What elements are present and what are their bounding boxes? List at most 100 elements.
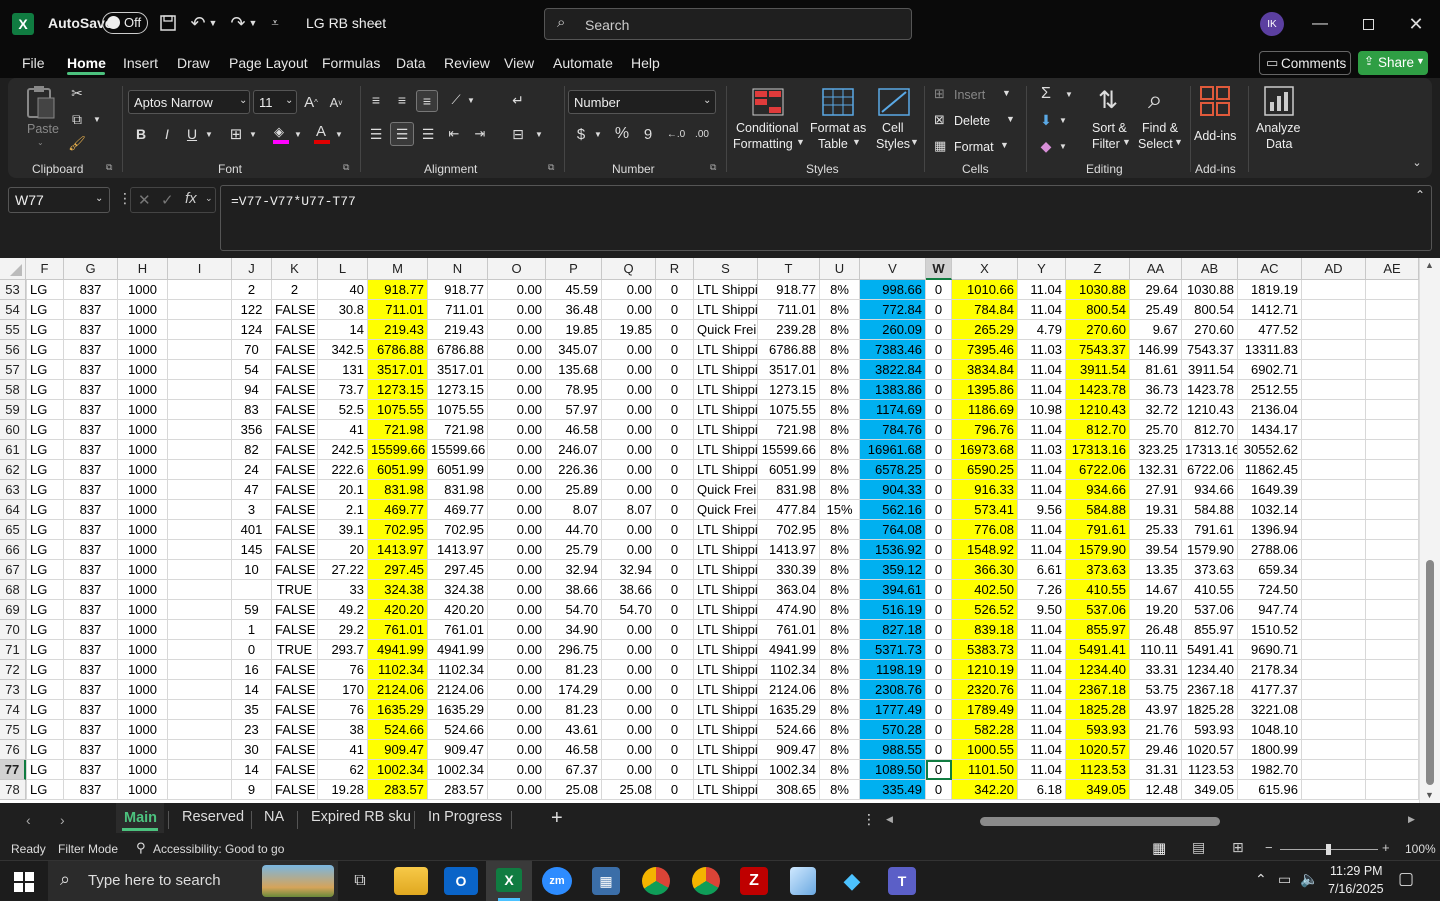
cell-i73[interactable] <box>168 680 232 700</box>
cell-ad68[interactable] <box>1302 580 1366 600</box>
cell-p72[interactable]: 81.23 <box>546 660 602 680</box>
cell-j61[interactable]: 82 <box>232 440 272 460</box>
cell-t72[interactable]: 1102.34 <box>758 660 820 680</box>
menu-draw[interactable]: Draw <box>177 55 210 71</box>
cell-o56[interactable]: 0.00 <box>488 340 546 360</box>
cell-ab58[interactable]: 1423.78 <box>1182 380 1238 400</box>
cell-ae75[interactable] <box>1366 720 1419 740</box>
cell-x62[interactable]: 6590.25 <box>952 460 1018 480</box>
cell-r77[interactable]: 0 <box>656 760 694 780</box>
cell-o76[interactable]: 0.00 <box>488 740 546 760</box>
cell-g70[interactable]: 837 <box>64 620 118 640</box>
cell-ac75[interactable]: 1048.10 <box>1238 720 1302 740</box>
cell-o72[interactable]: 0.00 <box>488 660 546 680</box>
copy-dropdown-icon[interactable]: ▼ <box>92 112 102 126</box>
cell-ab57[interactable]: 3911.54 <box>1182 360 1238 380</box>
cell-x76[interactable]: 1000.55 <box>952 740 1018 760</box>
cell-ab76[interactable]: 1020.57 <box>1182 740 1238 760</box>
cell-g62[interactable]: 837 <box>64 460 118 480</box>
cell-j60[interactable]: 356 <box>232 420 272 440</box>
cell-h75[interactable]: 1000 <box>118 720 168 740</box>
cell-g53[interactable]: 837 <box>64 280 118 300</box>
cell-y78[interactable]: 6.18 <box>1018 780 1066 800</box>
cell-x71[interactable]: 5383.73 <box>952 640 1018 660</box>
undo-dropdown-icon[interactable]: ▼ <box>208 14 218 32</box>
prev-sheet-icon[interactable]: ‹ <box>26 812 31 828</box>
cell-l57[interactable]: 131 <box>318 360 368 380</box>
cell-p61[interactable]: 246.07 <box>546 440 602 460</box>
cell-ad69[interactable] <box>1302 600 1366 620</box>
column-header-aa[interactable]: AA <box>1130 258 1182 280</box>
cell-i75[interactable] <box>168 720 232 740</box>
font-size-select[interactable]: 11 ⌄ <box>253 90 297 114</box>
cell-n70[interactable]: 761.01 <box>428 620 488 640</box>
cell-ad59[interactable] <box>1302 400 1366 420</box>
column-header-p[interactable]: P <box>546 258 602 280</box>
cell-q73[interactable]: 0.00 <box>602 680 656 700</box>
cell-ad58[interactable] <box>1302 380 1366 400</box>
cell-j78[interactable]: 9 <box>232 780 272 800</box>
cell-s61[interactable]: LTL Shippi <box>694 440 758 460</box>
cell-w76[interactable]: 0 <box>926 740 952 760</box>
cell-ab54[interactable]: 800.54 <box>1182 300 1238 320</box>
cell-s76[interactable]: LTL Shippi <box>694 740 758 760</box>
cell-o77[interactable]: 0.00 <box>488 760 546 780</box>
orientation-dropdown-icon[interactable]: ▼ <box>466 92 476 108</box>
name-box[interactable]: W77 ⌄ <box>8 187 110 213</box>
cell-t66[interactable]: 1413.97 <box>758 540 820 560</box>
avatar[interactable]: IK <box>1260 12 1284 36</box>
cell-u63[interactable]: 8% <box>820 480 860 500</box>
cell-k53[interactable]: 2 <box>272 280 318 300</box>
cell-j65[interactable]: 401 <box>232 520 272 540</box>
cell-y71[interactable]: 11.04 <box>1018 640 1066 660</box>
cell-ad72[interactable] <box>1302 660 1366 680</box>
cell-q71[interactable]: 0.00 <box>602 640 656 660</box>
cell-g64[interactable]: 837 <box>64 500 118 520</box>
cell-n53[interactable]: 918.77 <box>428 280 488 300</box>
cell-l59[interactable]: 52.5 <box>318 400 368 420</box>
cell-m64[interactable]: 469.77 <box>368 500 428 520</box>
cell-z72[interactable]: 1234.40 <box>1066 660 1130 680</box>
cell-ac71[interactable]: 9690.71 <box>1238 640 1302 660</box>
cell-r66[interactable]: 0 <box>656 540 694 560</box>
cell-f55[interactable]: LG <box>26 320 64 340</box>
cell-n66[interactable]: 1413.97 <box>428 540 488 560</box>
sheet-tab-main[interactable]: Main <box>116 803 164 833</box>
cell-h56[interactable]: 1000 <box>118 340 168 360</box>
cell-ac64[interactable]: 1032.14 <box>1238 500 1302 520</box>
cell-ac70[interactable]: 1510.52 <box>1238 620 1302 640</box>
cell-k68[interactable]: TRUE <box>272 580 318 600</box>
cell-h73[interactable]: 1000 <box>118 680 168 700</box>
cell-i62[interactable] <box>168 460 232 480</box>
row-header[interactable]: 67 <box>0 560 26 580</box>
cell-ad70[interactable] <box>1302 620 1366 640</box>
cell-j55[interactable]: 124 <box>232 320 272 340</box>
cell-g73[interactable]: 837 <box>64 680 118 700</box>
cell-u62[interactable]: 8% <box>820 460 860 480</box>
cell-ae53[interactable] <box>1366 280 1419 300</box>
cell-aa64[interactable]: 19.31 <box>1130 500 1182 520</box>
cell-v63[interactable]: 904.33 <box>860 480 926 500</box>
cell-p56[interactable]: 345.07 <box>546 340 602 360</box>
row-header[interactable]: 74 <box>0 700 26 720</box>
cell-ac55[interactable]: 477.52 <box>1238 320 1302 340</box>
cell-ab71[interactable]: 5491.41 <box>1182 640 1238 660</box>
cell-x73[interactable]: 2320.76 <box>952 680 1018 700</box>
percent-icon[interactable]: % <box>612 124 632 144</box>
cell-x59[interactable]: 1186.69 <box>952 400 1018 420</box>
chrome-profile-icon[interactable] <box>692 867 720 895</box>
cell-h68[interactable]: 1000 <box>118 580 168 600</box>
cell-aa62[interactable]: 132.31 <box>1130 460 1182 480</box>
cell-o55[interactable]: 0.00 <box>488 320 546 340</box>
cell-ad56[interactable] <box>1302 340 1366 360</box>
cell-z61[interactable]: 17313.16 <box>1066 440 1130 460</box>
taskbar-search[interactable]: ⌕ Type here to search <box>48 861 338 901</box>
cell-aa58[interactable]: 36.73 <box>1130 380 1182 400</box>
cell-h61[interactable]: 1000 <box>118 440 168 460</box>
cell-i66[interactable] <box>168 540 232 560</box>
cell-u69[interactable]: 8% <box>820 600 860 620</box>
cell-s66[interactable]: LTL Shippi <box>694 540 758 560</box>
cell-x58[interactable]: 1395.86 <box>952 380 1018 400</box>
row-header[interactable]: 69 <box>0 600 26 620</box>
cell-ae64[interactable] <box>1366 500 1419 520</box>
